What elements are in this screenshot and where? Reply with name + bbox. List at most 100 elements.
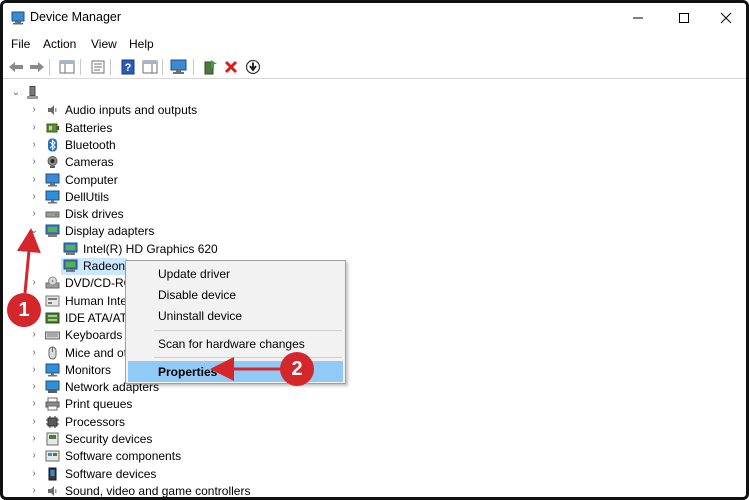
tree-item-software-components[interactable]: › Software components [3,448,403,465]
menu-view[interactable]: View [91,37,117,51]
chevron-right-icon[interactable]: › [29,139,39,151]
title-bar: Device Manager [3,3,746,33]
tree-item-print-queues[interactable]: › Print queues [3,396,403,413]
properties-toolbar-button[interactable] [89,58,107,76]
show-hide-console-tree-button[interactable] [58,58,76,76]
monitor-icon [45,363,60,377]
chevron-right-icon[interactable]: › [29,450,39,462]
speaker-icon [45,103,60,117]
back-button[interactable] [7,58,25,76]
chevron-right-icon[interactable]: › [29,156,39,168]
close-button[interactable] [703,3,746,33]
printer-icon [45,397,60,411]
tree-item-processors[interactable]: › Processors [3,414,403,431]
tree-item-label: Cameras [65,155,114,170]
bluetooth-icon [45,138,60,152]
context-uninstall-device[interactable]: Uninstall device [158,309,242,323]
maximize-button[interactable] [661,3,707,33]
mouse-icon [45,346,60,360]
tree-item-label: Disk drives [65,207,124,222]
tree-item-bluetooth[interactable]: › Bluetooth [3,137,403,154]
tree-item-label: Processors [65,414,126,429]
tree-item-intel-r-hd-graphics-620[interactable]: Intel(R) HD Graphics 620 [3,241,403,258]
window-title: Device Manager [30,10,122,24]
chevron-right-icon[interactable]: › [29,433,39,445]
device-manager-icon [11,11,25,25]
display-adapter-icon [45,224,60,238]
hid-icon [45,294,60,308]
menu-action[interactable]: Action [43,37,76,51]
network-icon [45,380,60,394]
chevron-right-icon[interactable]: › [29,277,39,289]
security-icon [45,432,60,446]
chevron-right-icon[interactable]: › [29,347,39,359]
camera-icon [45,155,60,169]
monitor-icon [45,190,60,204]
chevron-right-icon[interactable]: › [29,416,39,428]
menu-help[interactable]: Help [129,37,154,51]
tree-item-label: Computer [65,172,118,187]
minimize-icon [633,17,643,19]
menu-bar: File Action View Help [3,34,746,54]
step1-badge: 1 [7,293,41,327]
tree-root[interactable]: ⌄ [3,85,403,102]
tree-item-audio-inputs-and-outputs[interactable]: › Audio inputs and outputs [3,102,403,119]
uninstall-device-button[interactable] [222,58,240,76]
battery-icon [45,121,60,135]
chevron-right-icon[interactable]: › [29,364,39,376]
tree-item-label: Print queues [65,397,133,412]
help-icon: ? [121,59,135,75]
forward-arrow-icon [30,62,44,72]
red-x-icon [224,60,238,74]
tree-item-label: Software devices [65,466,157,481]
chevron-right-icon[interactable]: › [29,381,39,393]
context-update-driver[interactable]: Update driver [158,267,230,281]
display-adapter-icon [63,242,78,256]
chevron-right-icon[interactable]: › [29,398,39,410]
tree-item-security-devices[interactable]: › Security devices [3,431,403,448]
enable-device-button[interactable] [244,58,262,76]
context-properties[interactable]: Properties [158,365,217,379]
tree-item-software-devices[interactable]: › Software devices [3,466,403,483]
update-driver-icon [204,60,217,75]
tree-item-dellutils[interactable]: › DellUtils [3,189,403,206]
menu-file[interactable]: File [11,37,30,51]
chevron-right-icon[interactable]: › [29,329,39,341]
chevron-right-icon[interactable]: › [29,468,39,480]
chevron-right-icon[interactable]: › [29,122,39,134]
tree-item-disk-drives[interactable]: › Disk drives [3,206,403,223]
tree-item-label: Radeon [83,259,126,273]
chevron-right-icon[interactable]: › [29,174,39,186]
chevron-right-icon[interactable]: › [29,104,39,116]
tree-item-sound-video-and-game-controllers[interactable]: › Sound, video and game controllers [3,483,403,497]
update-driver-button[interactable] [201,58,219,76]
chevron-down-icon[interactable]: ⌄ [29,225,39,237]
tree-item-label: Keyboards [65,328,123,343]
tree-item-display-adapters[interactable]: ⌄ Display adapters [3,223,403,240]
context-scan-hardware[interactable]: Scan for hardware changes [158,337,305,351]
tree-item-batteries[interactable]: › Batteries [3,120,403,137]
scan-hardware-button[interactable] [170,58,188,76]
tree-item-label: Bluetooth [65,137,116,152]
chevron-right-icon[interactable]: › [29,191,39,203]
svg-text:?: ? [125,62,132,74]
computer-root-icon [25,86,40,100]
tree-item-computer[interactable]: › Computer [3,172,403,189]
tree-item-label: Human Inte [65,293,128,308]
context-disable-device[interactable]: Disable device [158,288,236,302]
chevron-down-icon[interactable]: ⌄ [11,87,21,99]
tree-item-cameras[interactable]: › Cameras [3,154,403,171]
maximize-icon [679,13,689,23]
chevron-right-icon[interactable]: › [29,208,39,220]
computer-icon [45,173,60,187]
action-pane-button[interactable] [141,58,159,76]
tree-item-label: Security devices [65,432,153,446]
help-toolbar-button[interactable]: ? [119,58,137,76]
tree-item-label: Display adapters [65,224,155,239]
dvd-icon [45,276,60,290]
chevron-right-icon[interactable]: › [29,485,39,497]
device-tree: ⌄ › Audio inputs and outputs › Batteries › Blu… [3,83,746,497]
minimize-button[interactable] [615,3,661,33]
action-pane-icon [142,60,158,74]
forward-button[interactable] [28,58,46,76]
